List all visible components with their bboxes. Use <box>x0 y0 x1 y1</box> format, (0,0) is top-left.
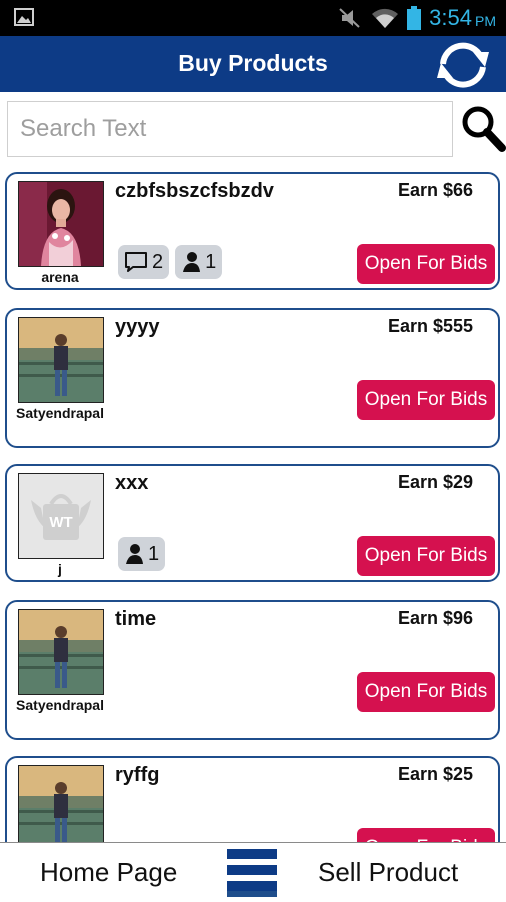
product-card[interactable]: Satyendrapal yyyy Earn $555 Open For Bid… <box>5 308 500 448</box>
clock-ampm: PM <box>475 13 496 29</box>
menu-icon <box>227 849 277 897</box>
earn-amount: Earn $555 <box>387 316 473 336</box>
wifi-icon <box>372 8 399 28</box>
sell-product-button[interactable]: Sell Product <box>318 857 458 888</box>
search-input[interactable] <box>7 101 453 157</box>
seller-name: Satyendrapal <box>16 697 104 713</box>
product-card[interactable]: arena czbfsbszcfsbzdv Earn $66 2 1 Open … <box>5 172 500 290</box>
bidders-count: 1 <box>148 542 160 565</box>
bottom-nav: Home Page Sell Product <box>0 842 506 900</box>
man-photo <box>19 610 103 694</box>
image-icon <box>14 8 34 26</box>
open-for-bids-button[interactable]: Open For Bids <box>357 536 495 576</box>
bidders-badge[interactable]: 1 <box>118 537 166 571</box>
home-page-button[interactable]: Home Page <box>40 857 177 888</box>
search-button[interactable] <box>460 104 506 152</box>
badge-group: 2 1 <box>118 245 223 279</box>
seller-name: j <box>58 561 62 577</box>
refresh-icon <box>437 42 489 88</box>
seller-avatar <box>18 181 104 267</box>
menu-button[interactable] <box>227 849 277 897</box>
badge-group: 1 <box>118 537 166 571</box>
open-for-bids-button[interactable]: Open For Bids <box>357 380 495 420</box>
earn-amount: Earn $29 <box>397 472 473 492</box>
product-title: czbfsbszcfsbzdv <box>115 180 274 202</box>
seller-name: arena <box>41 269 79 285</box>
seller-avatar <box>18 609 104 695</box>
seller-avatar: WT <box>18 473 104 559</box>
product-title: ryffg <box>115 764 160 786</box>
seller-avatar <box>18 765 104 851</box>
man-photo <box>19 318 103 402</box>
clock-time: 3:54 <box>429 5 472 30</box>
earn-amount: Earn $66 <box>397 180 473 200</box>
man-photo <box>19 766 103 850</box>
comments-count: 2 <box>152 250 164 273</box>
wt-logo: WT <box>19 474 103 558</box>
product-title: xxx <box>115 472 149 494</box>
comment-icon <box>125 252 147 272</box>
open-for-bids-button[interactable]: Open For Bids <box>357 672 495 712</box>
seller-avatar <box>18 317 104 403</box>
comments-badge[interactable]: 2 <box>118 245 170 279</box>
person-icon <box>126 544 143 564</box>
product-title: yyyy <box>115 316 160 338</box>
seller-name: Satyendrapal <box>16 405 104 421</box>
svg-text:WT: WT <box>49 514 72 531</box>
refresh-button[interactable] <box>434 40 492 90</box>
mute-icon <box>339 8 360 28</box>
app-header: Buy Products <box>0 36 506 92</box>
bidders-badge[interactable]: 1 <box>175 245 223 279</box>
open-for-bids-button[interactable]: Open For Bids <box>357 244 495 284</box>
product-title: time <box>115 608 157 630</box>
bidders-count: 1 <box>205 250 217 273</box>
earn-amount: Earn $25 <box>397 764 473 784</box>
status-bar: 3:54 PM <box>0 0 506 36</box>
earn-amount: Earn $96 <box>397 608 473 628</box>
person-icon <box>183 252 201 272</box>
search-icon <box>462 106 506 152</box>
battery-icon <box>407 6 422 30</box>
product-card[interactable]: Satyendrapal time Earn $96 Open For Bids <box>5 600 500 740</box>
product-card[interactable]: WT j xxx Earn $29 1 Open For Bids <box>5 464 500 582</box>
girl-photo <box>19 182 103 266</box>
page-title: Buy Products <box>178 50 328 76</box>
